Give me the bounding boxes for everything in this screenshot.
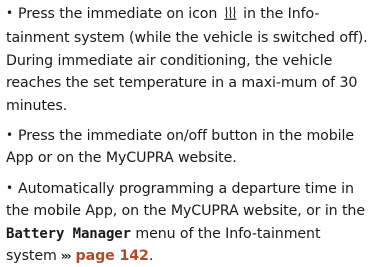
item-text-after-icon: in the Info-tainment system (while the v… <box>6 6 368 114</box>
list-item-app-button: • Press the immediate on/off button in th… <box>6 125 377 170</box>
item-text-end: . <box>148 248 154 265</box>
instruction-list: • Press the immediate on icon in the Info… <box>0 0 383 265</box>
cross-reference-arrows: ››› <box>60 249 72 264</box>
list-item-immediate-icon: • Press the immediate on icon in the Info… <box>6 3 377 117</box>
page-reference-link[interactable]: page 142 <box>76 248 149 264</box>
list-item-departure-time: • Automatically programming a departure t… <box>6 178 377 267</box>
item-text-before-icon: Press the immediate on icon <box>17 6 218 22</box>
item-text-before-menu: Automatically programming a departure ti… <box>6 180 365 220</box>
bullet: • <box>6 6 13 20</box>
item-text: Press the immediate on/off button in the… <box>6 128 354 167</box>
bullet: • <box>6 128 13 143</box>
battery-manager-menu-name: Battery Manager <box>6 225 131 242</box>
heat-waves-icon <box>224 5 237 27</box>
bullet: • <box>6 180 13 195</box>
